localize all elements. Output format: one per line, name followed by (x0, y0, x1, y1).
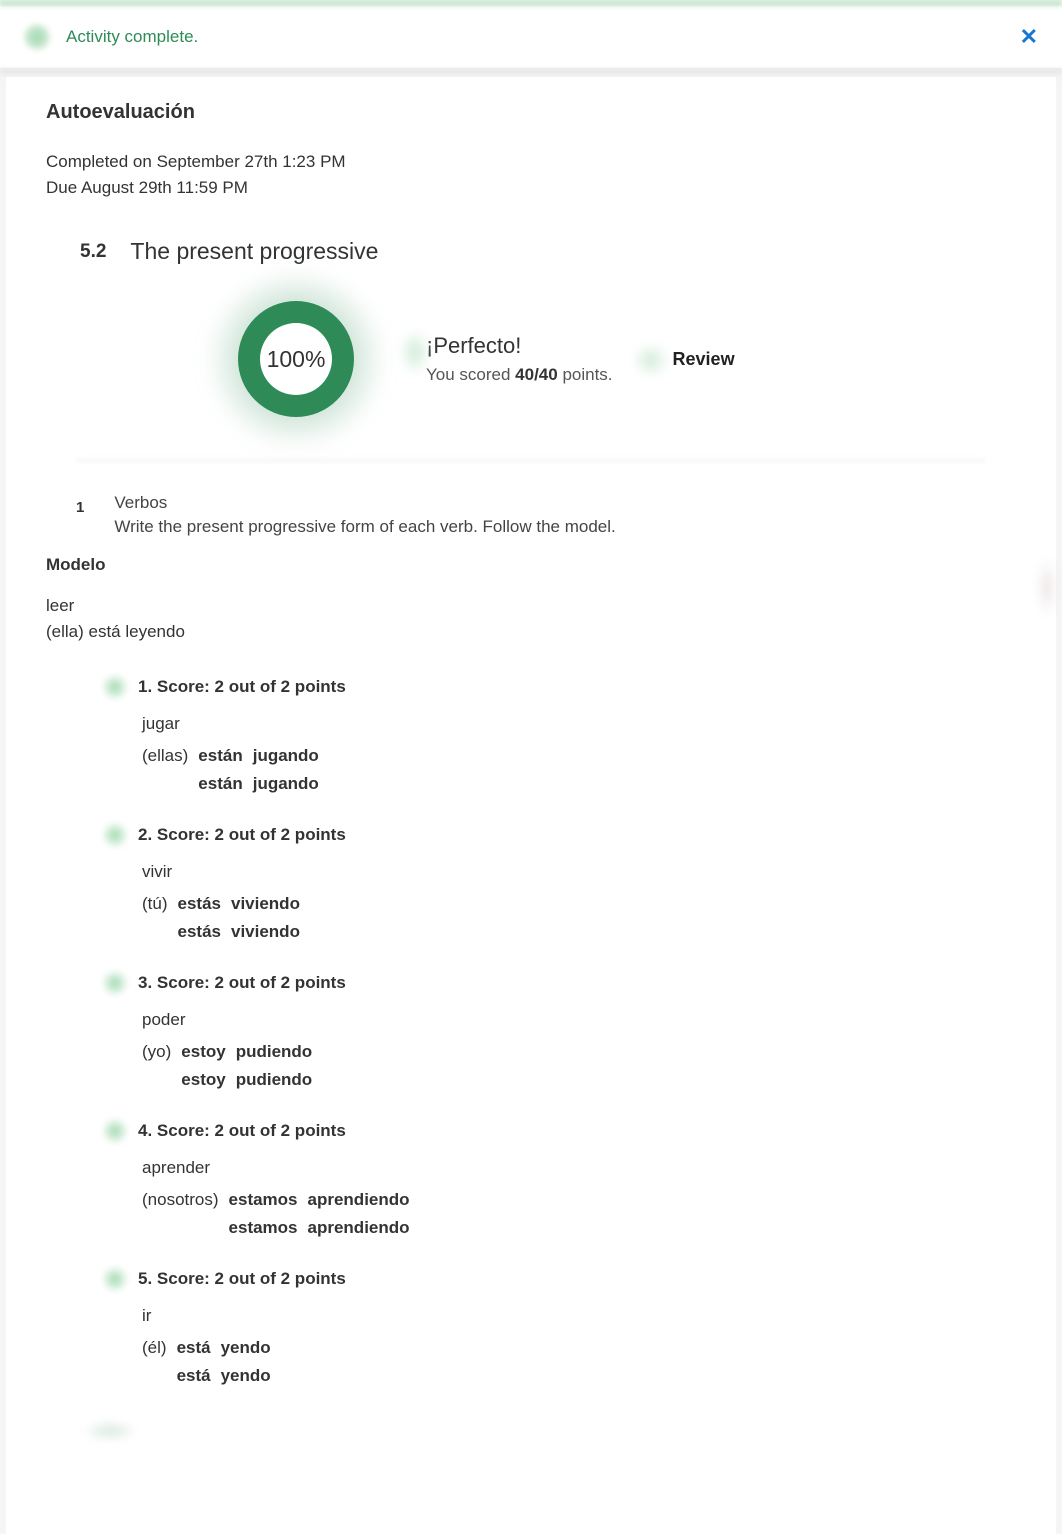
answer-score: 1. Score: 2 out of 2 points (138, 677, 346, 697)
pronoun: (él) (142, 1338, 167, 1358)
key-answer-line: (nosotros) estamos aprendiendo (142, 1218, 1016, 1238)
key-gerund: yendo (221, 1366, 271, 1386)
exercise-header: 1 Verbos Write the present progressive f… (66, 493, 1016, 537)
page-content: Autoevaluación Completed on September 27… (6, 77, 1056, 1534)
divider (0, 69, 1062, 77)
answer-item: 2. Score: 2 out of 2 points vivir (tú) e… (102, 822, 1016, 942)
completed-line: Completed on September 27th 1:23 PM (46, 152, 1016, 172)
section-divider (76, 459, 986, 463)
pronoun: (yo) (142, 1042, 171, 1062)
check-icon (102, 822, 128, 848)
check-icon (102, 1118, 128, 1144)
key-gerund: jugando (253, 774, 319, 794)
answer-verb: poder (142, 1010, 1016, 1030)
user-answer-line: (tú) estás viviendo (142, 894, 1016, 914)
side-blur (1038, 557, 1056, 617)
perfecto-title: ¡Perfecto! (426, 333, 613, 359)
user-answer-line: (ellas) están jugando (142, 746, 1016, 766)
alert-text: Activity complete. (66, 27, 198, 47)
answer-item: 3. Score: 2 out of 2 points poder (yo) e… (102, 970, 1016, 1090)
score-donut: 100% (226, 289, 366, 429)
key-answer-line: (yo) estoy pudiendo (142, 1070, 1016, 1090)
user-aux: está (177, 1338, 211, 1358)
answer-score: 4. Score: 2 out of 2 points (138, 1121, 346, 1141)
user-aux: estamos (229, 1190, 298, 1210)
due-line: Due August 29th 11:59 PM (46, 178, 1016, 198)
answer-verb: aprender (142, 1158, 1016, 1178)
answer-score: 5. Score: 2 out of 2 points (138, 1269, 346, 1289)
answers-list: 1. Score: 2 out of 2 points jugar (ellas… (102, 674, 1016, 1386)
modelo-answer: (ella) está leyendo (46, 619, 1016, 645)
answer-verb: jugar (142, 714, 1016, 734)
key-answer-line: (ellas) están jugando (142, 774, 1016, 794)
key-aux: estoy (181, 1070, 225, 1090)
key-aux: estamos (229, 1218, 298, 1238)
pronoun: (tú) (142, 894, 168, 914)
check-icon (102, 970, 128, 996)
pronoun: (nosotros) (142, 1190, 219, 1210)
answer-score: 3. Score: 2 out of 2 points (138, 973, 346, 993)
key-gerund: aprendiendo (308, 1218, 410, 1238)
key-aux: estás (178, 922, 221, 942)
answer-item: 4. Score: 2 out of 2 points aprender (no… (102, 1118, 1016, 1238)
answer-score: 2. Score: 2 out of 2 points (138, 825, 346, 845)
exercise-number: 1 (66, 493, 94, 522)
key-answer-line: (él) está yendo (142, 1366, 1016, 1386)
page-title: Autoevaluación (46, 101, 1016, 124)
modelo-label: Modelo (46, 555, 1016, 575)
check-icon (102, 1266, 128, 1292)
user-gerund: pudiendo (236, 1042, 312, 1062)
scored-prefix: You scored (426, 365, 515, 384)
user-aux: están (198, 746, 242, 766)
exercise-instructions: Write the present progressive form of ea… (114, 517, 615, 537)
user-gerund: jugando (253, 746, 319, 766)
close-icon[interactable]: ✕ (1020, 26, 1038, 48)
modelo-verb: leer (46, 593, 1016, 619)
answer-verb: ir (142, 1306, 1016, 1326)
user-gerund: yendo (221, 1338, 271, 1358)
section-header: 5.2 The present progressive (80, 238, 1016, 265)
answer-verb: vivir (142, 862, 1016, 882)
user-answer-line: (yo) estoy pudiendo (142, 1042, 1016, 1062)
score-message: ¡Perfecto! You scored 40/40 points. (426, 333, 613, 385)
modelo-body: leer (ella) está leyendo (46, 593, 1016, 644)
footer-blur (46, 1414, 1016, 1454)
user-answer-line: (él) está yendo (142, 1338, 1016, 1358)
user-answer-line: (nosotros) estamos aprendiendo (142, 1190, 1016, 1210)
check-icon (24, 24, 50, 50)
key-gerund: viviendo (231, 922, 300, 942)
scored-value: 40/40 (515, 365, 558, 384)
section-number: 5.2 (80, 241, 106, 263)
user-gerund: aprendiendo (308, 1190, 410, 1210)
check-icon (102, 674, 128, 700)
user-aux: estás (178, 894, 221, 914)
section-title: The present progressive (130, 238, 378, 265)
pronoun: (ellas) (142, 746, 188, 766)
user-gerund: viviendo (231, 894, 300, 914)
scored-suffix: points. (558, 365, 613, 384)
review-button[interactable]: Review (673, 349, 735, 370)
answer-item: 1. Score: 2 out of 2 points jugar (ellas… (102, 674, 1016, 794)
score-detail: You scored 40/40 points. (426, 365, 613, 385)
key-aux: están (198, 774, 242, 794)
key-gerund: pudiendo (236, 1070, 312, 1090)
user-aux: estoy (181, 1042, 225, 1062)
score-percent: 100% (260, 323, 332, 395)
alert-bar: Activity complete. ✕ (0, 6, 1062, 69)
exercise-title: Verbos (114, 493, 615, 513)
answer-item: 5. Score: 2 out of 2 points ir (él) está… (102, 1266, 1016, 1386)
score-row: 100% ¡Perfecto! You scored 40/40 points.… (226, 289, 1016, 429)
top-border (0, 0, 1062, 6)
key-answer-line: (tú) estás viviendo (142, 922, 1016, 942)
key-aux: está (177, 1366, 211, 1386)
